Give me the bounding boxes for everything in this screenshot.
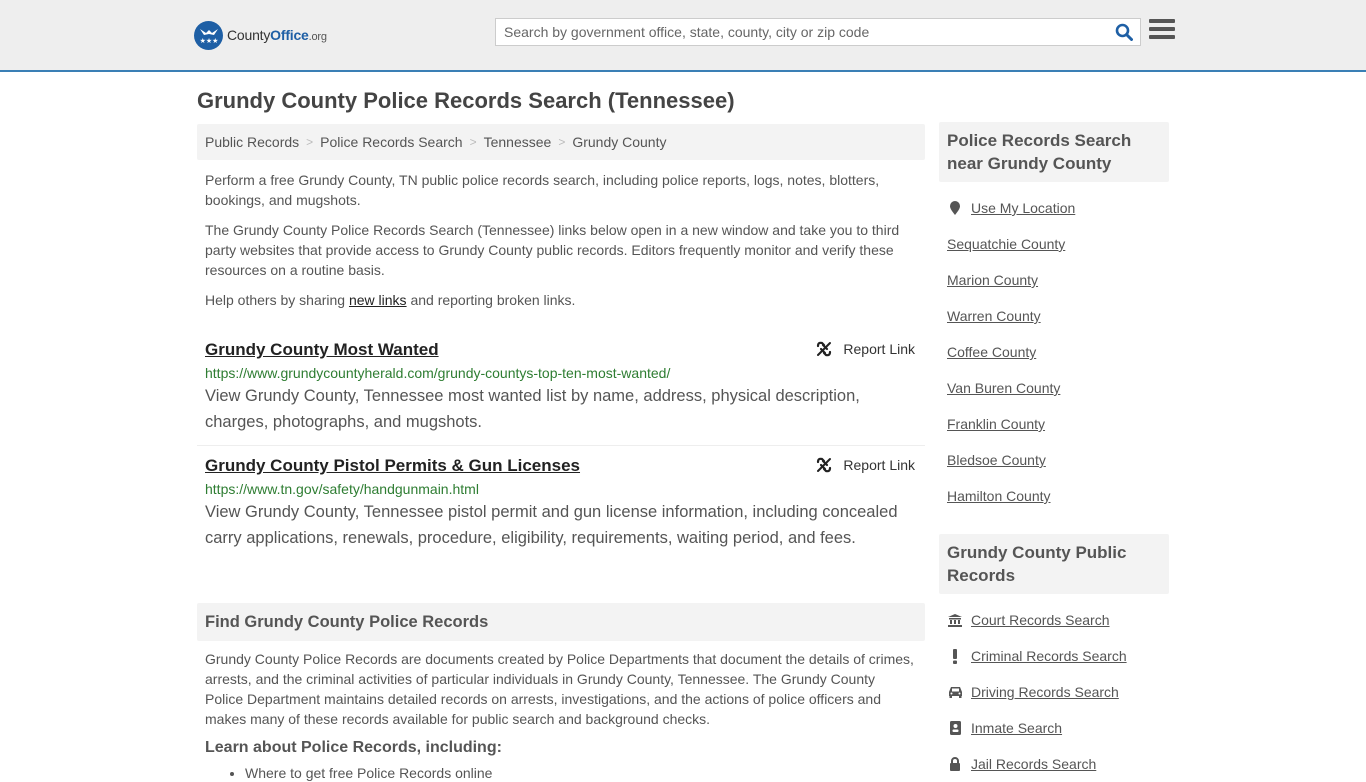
driving-records-link[interactable]: Driving Records Search xyxy=(971,684,1119,700)
exclamation-icon xyxy=(947,648,963,664)
criminal-records-link[interactable]: Criminal Records Search xyxy=(971,648,1127,664)
broken-link-icon xyxy=(817,341,832,357)
inmate-search-link[interactable]: Inmate Search xyxy=(971,720,1062,736)
intro-paragraph: The Grundy County Police Records Search … xyxy=(205,222,900,278)
link-title[interactable]: Grundy County Most Wanted xyxy=(205,338,917,362)
nearby-list: Use My Location Sequatchie County Marion… xyxy=(939,190,1169,514)
jail-records-link[interactable]: Jail Records Search xyxy=(971,756,1096,772)
find-section-body: Grundy County Police Records are documen… xyxy=(197,649,925,781)
search-bar xyxy=(495,18,1141,46)
nearby-county-item: Franklin County xyxy=(947,406,1161,442)
public-records-item: Jail Records Search xyxy=(947,746,1161,782)
nearby-county-link[interactable]: Warren County xyxy=(947,308,1041,324)
intro-paragraph: Perform a free Grundy County, TN public … xyxy=(205,172,880,208)
nearby-county-link[interactable]: Hamilton County xyxy=(947,488,1051,504)
link-description: View Grundy County, Tennessee most wante… xyxy=(205,387,860,431)
link-url[interactable]: https://www.tn.gov/safety/handgunmain.ht… xyxy=(205,479,917,499)
use-location-item: Use My Location xyxy=(947,190,1161,226)
page-title: Grundy County Police Records Search (Ten… xyxy=(197,88,735,113)
main-content: Public Records > Police Records Search > T… xyxy=(197,124,925,781)
intro: Perform a free Grundy County, TN public … xyxy=(197,170,925,310)
new-links-link[interactable]: new links xyxy=(349,292,407,308)
breadcrumb-separator: > xyxy=(558,135,566,149)
breadcrumb-item[interactable]: Police Records Search xyxy=(320,134,462,150)
breadcrumb-separator: > xyxy=(306,135,314,149)
public-records-item: Court Records Search xyxy=(947,602,1161,638)
find-section-paragraph: Grundy County Police Records are documen… xyxy=(205,651,914,727)
site-logo[interactable]: ★★★ CountyOffice.org xyxy=(194,20,327,50)
site-header: ★★★ CountyOffice.org xyxy=(0,0,1366,72)
learn-heading: Learn about Police Records, including: xyxy=(205,739,502,756)
breadcrumb-item[interactable]: Public Records xyxy=(205,134,299,150)
nearby-county-link[interactable]: Franklin County xyxy=(947,416,1045,432)
court-records-link[interactable]: Court Records Search xyxy=(971,612,1110,628)
public-records-heading: Grundy County Public Records xyxy=(939,534,1169,594)
link-url[interactable]: https://www.grundycountyherald.com/grund… xyxy=(205,363,917,383)
nearby-county-link[interactable]: Sequatchie County xyxy=(947,236,1065,252)
map-pin-icon xyxy=(947,200,963,216)
link-item: Grundy County Most Wanted Report Link ht… xyxy=(197,330,925,446)
lock-icon xyxy=(947,757,963,771)
find-section-heading: Find Grundy County Police Records xyxy=(197,603,925,641)
public-records-item: Criminal Records Search xyxy=(947,638,1161,674)
share-paragraph: Help others by sharing new links and rep… xyxy=(205,292,576,308)
link-description: View Grundy County, Tennessee pistol per… xyxy=(205,503,898,547)
svg-text:★★★: ★★★ xyxy=(199,37,218,45)
nearby-county-item: Marion County xyxy=(947,262,1161,298)
nearby-county-link[interactable]: Marion County xyxy=(947,272,1038,288)
courthouse-icon xyxy=(947,613,963,627)
nearby-county-item: Sequatchie County xyxy=(947,226,1161,262)
link-title[interactable]: Grundy County Pistol Permits & Gun Licen… xyxy=(205,454,917,478)
public-records-item: Inmate Search xyxy=(947,710,1161,746)
search-button[interactable] xyxy=(1108,19,1140,45)
public-records-list: Court Records Search Criminal Records Se… xyxy=(939,602,1169,782)
breadcrumb-item[interactable]: Tennessee xyxy=(484,134,552,150)
search-icon xyxy=(1115,23,1133,41)
nearby-county-link[interactable]: Van Buren County xyxy=(947,380,1060,396)
nearby-county-item: Coffee County xyxy=(947,334,1161,370)
learn-list-item: Where to get free Police Records online xyxy=(245,765,917,781)
use-my-location-link[interactable]: Use My Location xyxy=(971,200,1075,216)
car-icon xyxy=(947,686,963,698)
nearby-heading: Police Records Search near Grundy County xyxy=(939,122,1169,182)
breadcrumb: Public Records > Police Records Search > T… xyxy=(197,124,925,160)
report-link-button[interactable]: Report Link xyxy=(815,454,915,476)
nearby-county-item: Van Buren County xyxy=(947,370,1161,406)
learn-list: Where to get free Police Records online xyxy=(205,765,917,781)
logo-text: CountyOffice.org xyxy=(227,27,327,43)
sidebar: Police Records Search near Grundy County… xyxy=(939,122,1169,782)
public-records-item: Driving Records Search xyxy=(947,674,1161,710)
hamburger-menu-icon[interactable] xyxy=(1149,19,1175,43)
eagle-logo-icon: ★★★ xyxy=(194,20,223,50)
search-input[interactable] xyxy=(496,19,1108,45)
link-item: Grundy County Pistol Permits & Gun Licen… xyxy=(197,446,925,561)
breadcrumb-current: Grundy County xyxy=(572,134,667,150)
nearby-county-item: Hamilton County xyxy=(947,478,1161,514)
link-list: Grundy County Most Wanted Report Link ht… xyxy=(197,330,925,561)
report-link-button[interactable]: Report Link xyxy=(815,338,915,360)
nearby-county-link[interactable]: Coffee County xyxy=(947,344,1036,360)
nearby-county-link[interactable]: Bledsoe County xyxy=(947,452,1046,468)
breadcrumb-separator: > xyxy=(469,135,477,149)
broken-link-icon xyxy=(817,457,832,473)
nearby-county-item: Warren County xyxy=(947,298,1161,334)
id-badge-icon xyxy=(947,721,963,735)
nearby-county-item: Bledsoe County xyxy=(947,442,1161,478)
